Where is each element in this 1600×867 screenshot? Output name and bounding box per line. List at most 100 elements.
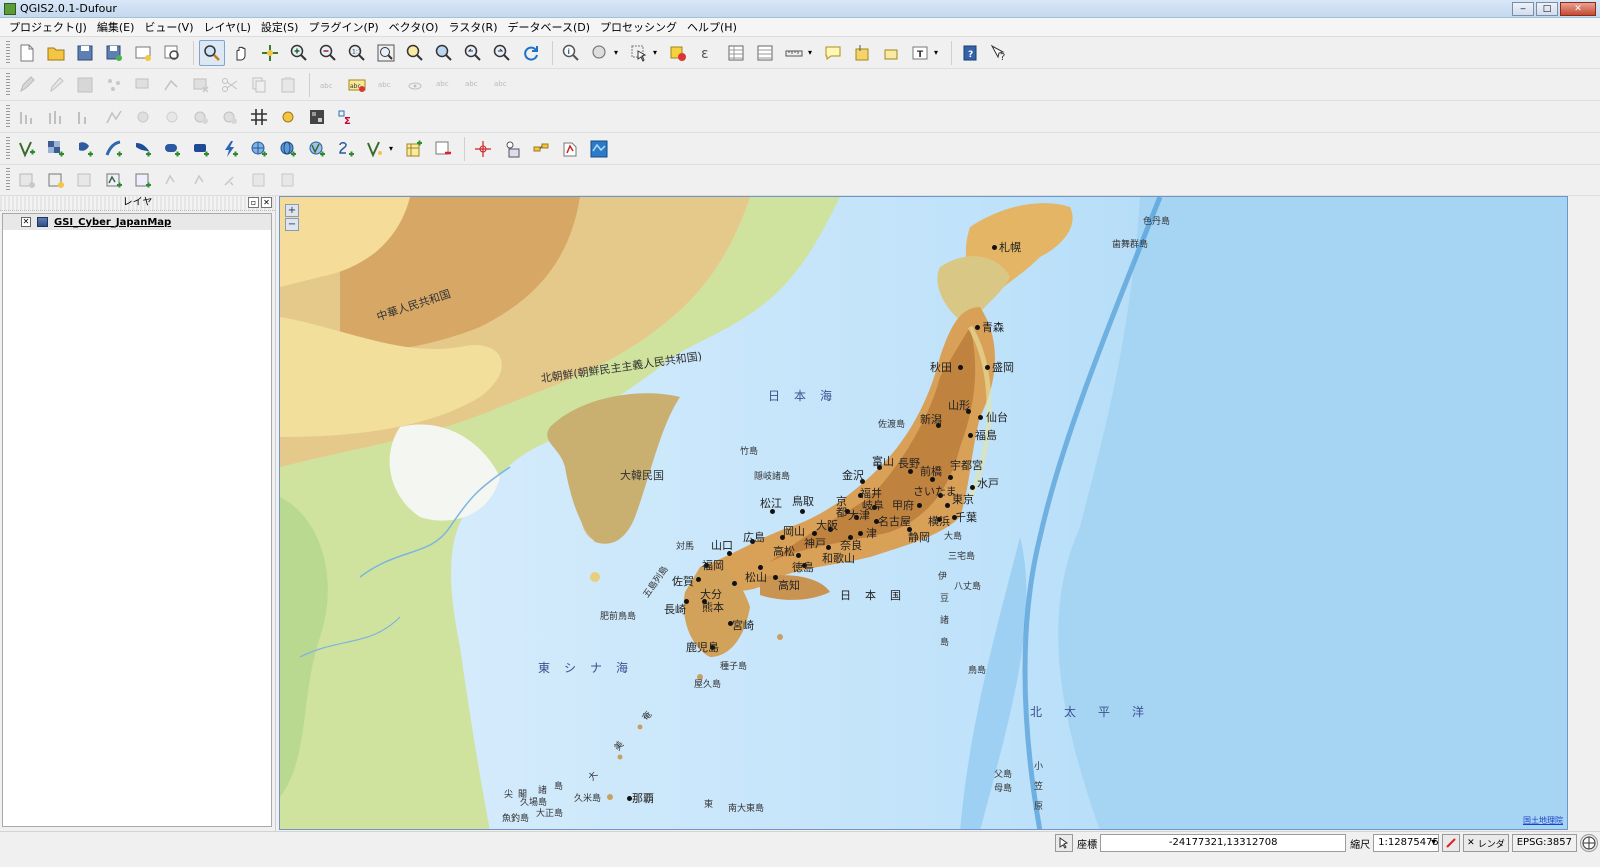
rotate-label-button[interactable]: abc: [460, 72, 486, 98]
zoom-to-selection-button[interactable]: [402, 40, 428, 66]
new-print-composer-button[interactable]: [130, 40, 156, 66]
maximize-button[interactable]: □: [1536, 1, 1558, 16]
analysis-tools-button[interactable]: [188, 167, 214, 193]
delete-ring-button[interactable]: [188, 104, 214, 130]
add-feature-button[interactable]: [101, 72, 127, 98]
menu-edit[interactable]: 編集(E): [92, 19, 140, 36]
statistical-summary-button[interactable]: [752, 40, 778, 66]
add-part-button[interactable]: [130, 104, 156, 130]
plugin-manager-button[interactable]: [557, 136, 583, 162]
chevron-down-icon[interactable]: ▾: [934, 48, 942, 57]
float-panel-button[interactable]: ▫: [248, 197, 259, 208]
zoom-actual-size-button[interactable]: 1:1: [344, 40, 370, 66]
fill-ring-button[interactable]: [159, 104, 185, 130]
map-tips-button[interactable]: [820, 40, 846, 66]
zoom-last-button[interactable]: [460, 40, 486, 66]
db-manager-button[interactable]: [14, 167, 40, 193]
toolbar-grip[interactable]: [6, 104, 10, 129]
run-feature-action-button[interactable]: [587, 40, 613, 66]
current-edits-button[interactable]: [14, 72, 40, 98]
move-label-button[interactable]: abc: [431, 72, 457, 98]
add-geoprocessing-layer-button[interactable]: [130, 167, 156, 193]
redo-button[interactable]: [43, 104, 69, 130]
scale-combobox[interactable]: 1:12875475 ▾: [1373, 834, 1440, 852]
add-postgis-layer-button[interactable]: [72, 136, 98, 162]
crs-globe-button[interactable]: [1580, 834, 1598, 852]
chevron-down-icon[interactable]: ▾: [389, 144, 397, 153]
chevron-down-icon[interactable]: ▾: [1431, 835, 1436, 851]
zoom-out-button[interactable]: [315, 40, 341, 66]
save-layer-edits-button[interactable]: [72, 72, 98, 98]
delete-selected-button[interactable]: [188, 72, 214, 98]
field-calculator-button[interactable]: ε: [694, 40, 720, 66]
identify-features-button[interactable]: i: [558, 40, 584, 66]
new-bookmark-button[interactable]: [849, 40, 875, 66]
zoom-to-layer-button[interactable]: [431, 40, 457, 66]
minimize-button[interactable]: ‒: [1512, 1, 1534, 16]
menu-processing[interactable]: プロセッシング: [595, 19, 682, 36]
pan-to-selection-button[interactable]: [257, 40, 283, 66]
add-wfs-layer-button[interactable]: [275, 136, 301, 162]
pan-map-button[interactable]: [228, 40, 254, 66]
cut-features-button[interactable]: [217, 72, 243, 98]
open-project-button[interactable]: [43, 40, 69, 66]
menu-vector[interactable]: ベクタ(O): [384, 19, 444, 36]
map-canvas[interactable]: + − 中華人民共和国 北朝鮮(朝鮮民主主義人民共和国) 大韓民国 日本国 日本…: [279, 196, 1568, 830]
close-button[interactable]: ✕: [1560, 1, 1596, 16]
zoom-next-button[interactable]: [489, 40, 515, 66]
highlight-pinned-labels-button[interactable]: abc: [373, 72, 399, 98]
attribution-link[interactable]: 国土地理院: [1523, 815, 1563, 826]
add-mssql-layer-button[interactable]: [130, 136, 156, 162]
menu-database[interactable]: データベース(D): [503, 19, 596, 36]
georeferencer-button[interactable]: [499, 136, 525, 162]
show-bookmarks-button[interactable]: [878, 40, 904, 66]
save-as-button[interactable]: [101, 40, 127, 66]
zoom-full-button[interactable]: [373, 40, 399, 66]
add-wcs-layer-button[interactable]: [217, 136, 243, 162]
menu-raster[interactable]: ラスタ(R): [443, 19, 502, 36]
menu-layer[interactable]: レイヤ(L): [198, 19, 255, 36]
toolbar-grip[interactable]: [6, 136, 10, 161]
processing-toolbox-button[interactable]: [275, 167, 301, 193]
undo-button[interactable]: [14, 104, 40, 130]
gps-tools-button[interactable]: [528, 136, 554, 162]
research-tools-button[interactable]: [217, 167, 243, 193]
stop-render-button[interactable]: [1442, 834, 1461, 852]
grid-button[interactable]: [246, 104, 272, 130]
coordinate-capture-button[interactable]: [470, 136, 496, 162]
whats-this-button[interactable]: ?: [986, 40, 1012, 66]
add-raster-layer-button[interactable]: [43, 136, 69, 162]
add-oracle-layer-button[interactable]: [159, 136, 185, 162]
rotate-point-symbols-button[interactable]: [275, 104, 301, 130]
add-spatialite-layer-button[interactable]: [101, 136, 127, 162]
measure-line-button[interactable]: [781, 40, 807, 66]
raster-calculator-button[interactable]: [304, 104, 330, 130]
layer-labeling-options-button[interactable]: abc: [344, 72, 370, 98]
add-wfs-vector-button[interactable]: [304, 136, 330, 162]
add-db2-layer-button[interactable]: [188, 136, 214, 162]
geometry-tools-button[interactable]: [159, 167, 185, 193]
add-ring-button[interactable]: [101, 104, 127, 130]
menu-settings[interactable]: 設定(S): [256, 19, 304, 36]
toggle-extents-button[interactable]: [1055, 834, 1074, 852]
attribute-table-button[interactable]: [723, 40, 749, 66]
remove-layer-button[interactable]: [430, 136, 456, 162]
simplify-feature-button[interactable]: [72, 104, 98, 130]
move-feature-button[interactable]: [130, 72, 156, 98]
toolbar-grip[interactable]: [6, 168, 10, 192]
render-checkbox[interactable]: ✕ レンダ: [1463, 834, 1509, 852]
layer-labeling-button[interactable]: abc: [315, 72, 341, 98]
deselect-features-button[interactable]: [665, 40, 691, 66]
chevron-down-icon[interactable]: ▾: [653, 48, 661, 57]
layer-item[interactable]: ✕ GSI_Cyber_JapanMap: [3, 214, 271, 230]
menu-help[interactable]: ヘルプ(H): [682, 19, 742, 36]
add-wms-layer-button[interactable]: [246, 136, 272, 162]
pan-zoom-touch-button[interactable]: [199, 39, 225, 66]
zoom-in-button[interactable]: [286, 40, 312, 66]
show-hide-labels-button[interactable]: [402, 72, 428, 98]
map-zoom-out-button[interactable]: −: [285, 218, 299, 231]
text-annotation-button[interactable]: T: [907, 40, 933, 66]
vector-geoprocessing-button[interactable]: [101, 167, 127, 193]
help-contents-button[interactable]: ?: [957, 40, 983, 66]
save-project-button[interactable]: [72, 40, 98, 66]
